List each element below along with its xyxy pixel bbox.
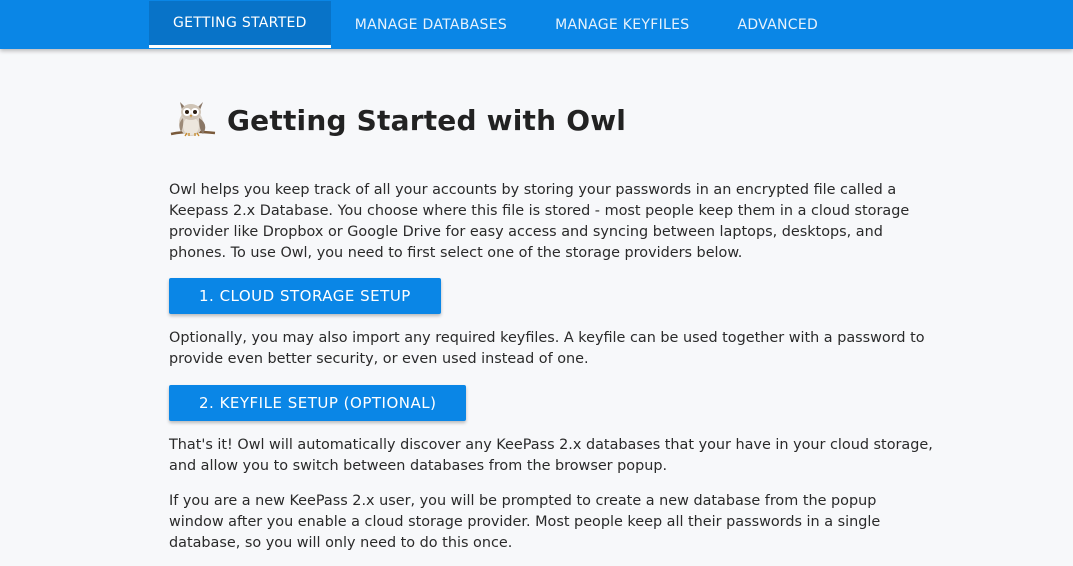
- cloud-storage-setup-button[interactable]: 1. CLOUD STORAGE SETUP: [169, 278, 441, 314]
- tab-advanced[interactable]: ADVANCED: [713, 1, 842, 48]
- intro-text: Owl helps you keep track of all your acc…: [169, 182, 910, 261]
- main-content: Getting Started with Owl Owl helps you k…: [169, 96, 933, 554]
- page-title: Getting Started with Owl: [227, 103, 627, 137]
- discover-text: That's it! Owl will automatically discov…: [169, 437, 933, 474]
- new-user-text: If you are a new KeePass 2.x user, you w…: [169, 493, 881, 551]
- page-header: Getting Started with Owl: [169, 96, 933, 144]
- tab-manage-databases[interactable]: MANAGE DATABASES: [331, 1, 531, 48]
- top-nav-bar: GETTING STARTED MANAGE DATABASES MANAGE …: [0, 0, 1073, 49]
- tab-getting-started[interactable]: GETTING STARTED: [149, 1, 331, 48]
- owl-icon: [170, 102, 216, 137]
- keyfile-text: Optionally, you may also import any requ…: [169, 330, 925, 367]
- keyfile-setup-button[interactable]: 2. KEYFILE SETUP (OPTIONAL): [169, 385, 467, 421]
- nav-tabs: GETTING STARTED MANAGE DATABASES MANAGE …: [149, 1, 842, 49]
- tab-manage-keyfiles[interactable]: MANAGE KEYFILES: [531, 1, 713, 48]
